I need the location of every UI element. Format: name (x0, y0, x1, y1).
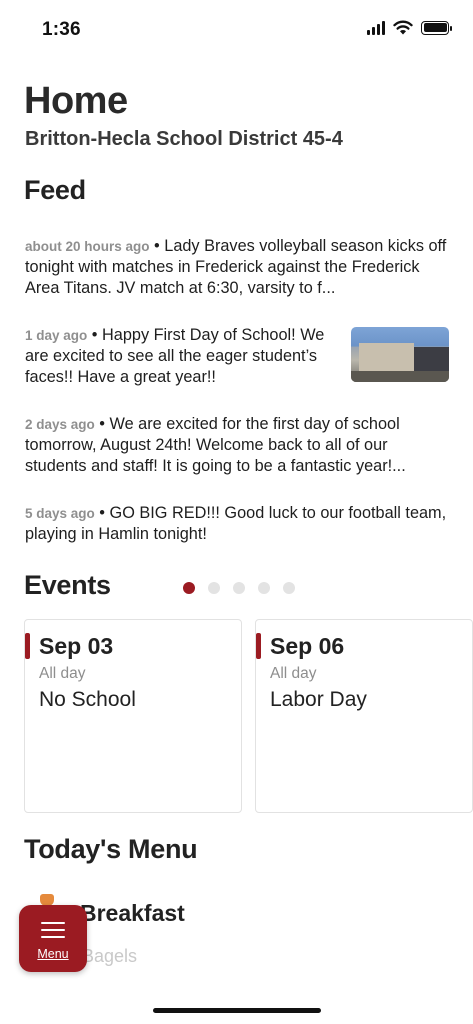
battery-icon (421, 20, 452, 35)
event-card[interactable]: Sep 03 All day No School (24, 619, 242, 813)
page-dot[interactable] (208, 582, 220, 594)
feed-item[interactable]: 2 days ago • We are excited for the firs… (25, 414, 450, 477)
event-name: No School (39, 688, 136, 711)
menu-button-label: Menu (37, 947, 69, 961)
page-title: Home (24, 80, 128, 122)
event-date: Sep 06 (270, 633, 345, 659)
feed-item-thumbnail-image[interactable] (351, 327, 449, 382)
status-bar: 1:36 (0, 0, 473, 60)
event-name: Labor Day (270, 688, 367, 711)
district-name: Britton-Hecla School District 45-4 (25, 128, 343, 150)
events-title: Events (24, 570, 111, 600)
event-card[interactable]: Sep 06 All day Labor Day (255, 619, 473, 813)
page-dot[interactable] (258, 582, 270, 594)
menu-button[interactable]: Menu (19, 905, 87, 972)
feed-item-time: 2 days ago (25, 417, 95, 432)
page-dot[interactable] (233, 582, 245, 594)
page-dot[interactable] (283, 582, 295, 594)
feed-item[interactable]: 1 day ago • Happy First Day of School! W… (25, 325, 335, 388)
events-page-indicator (183, 582, 295, 594)
feed-item[interactable]: 5 days ago • GO BIG RED!!! Good luck to … (25, 503, 450, 545)
wifi-icon (393, 20, 413, 35)
meal-item: Bagels (82, 946, 138, 966)
event-date: Sep 03 (39, 633, 114, 659)
event-accent-bar (25, 633, 30, 659)
event-accent-bar (256, 633, 261, 659)
cellular-signal-icon (367, 20, 385, 35)
meal-title: Breakfast (80, 900, 185, 926)
status-icons (367, 20, 452, 35)
event-time: All day (39, 665, 86, 682)
feed-item[interactable]: about 20 hours ago • Lady Braves volleyb… (25, 236, 450, 299)
page-dot-active[interactable] (183, 582, 195, 594)
feed-item-time: 1 day ago (25, 328, 88, 343)
menu-title: Today's Menu (24, 834, 198, 864)
home-indicator[interactable] (153, 1008, 321, 1013)
feed-item-time: 5 days ago (25, 506, 95, 521)
status-time: 1:36 (42, 19, 81, 40)
feed-item-time: about 20 hours ago (25, 239, 150, 254)
hamburger-icon (41, 922, 65, 938)
event-time: All day (270, 665, 317, 682)
feed-title: Feed (24, 175, 86, 205)
